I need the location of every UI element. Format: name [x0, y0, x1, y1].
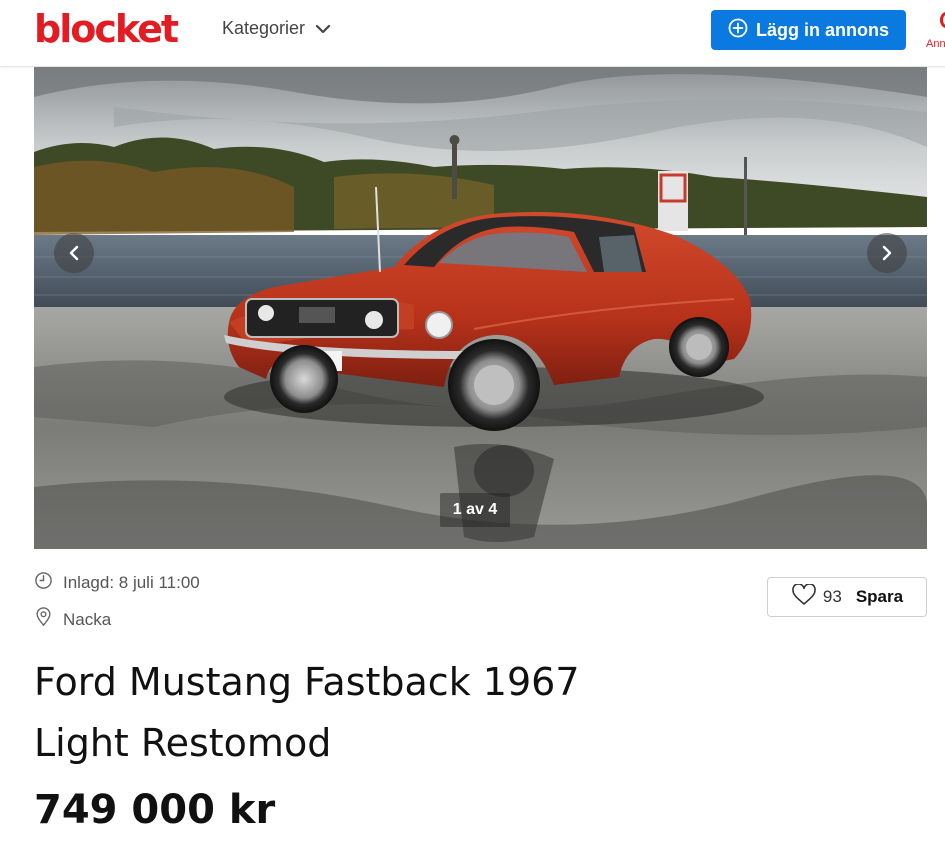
site-header: blocket Kategorier Lägg in annons Ann: [0, 0, 945, 67]
image-gallery[interactable]: 1 av 4: [34, 67, 927, 549]
my-ads-link[interactable]: Ann: [926, 12, 945, 56]
post-ad-button[interactable]: Lägg in annons: [711, 10, 906, 50]
blocket-logo[interactable]: blocket: [34, 4, 179, 54]
image-counter: 1 av 4: [440, 493, 510, 527]
categories-menu[interactable]: Kategorier: [222, 18, 331, 39]
posted-date: Inlagd: 8 juli 11:00: [63, 573, 200, 592]
post-ad-label: Lägg in annons: [756, 19, 889, 40]
clock-icon: [34, 571, 53, 595]
location-row: Nacka: [34, 607, 111, 632]
listing-title: Ford Mustang Fastback 1967 Light Restomo…: [34, 660, 580, 765]
categories-label: Kategorier: [222, 18, 306, 38]
listing-price: 749 000 kr: [34, 787, 276, 833]
chevron-right-icon: [881, 245, 893, 261]
save-button[interactable]: 93 Spara: [767, 577, 927, 617]
previous-image-button[interactable]: [54, 233, 94, 273]
chevron-left-icon: [68, 245, 80, 261]
plus-circle-icon: [728, 18, 748, 43]
chevron-down-icon: [315, 18, 331, 39]
heart-icon: [791, 582, 817, 611]
my-ads-label: Ann: [926, 38, 945, 50]
location-text[interactable]: Nacka: [63, 610, 111, 630]
next-image-button[interactable]: [867, 233, 907, 273]
account-icon: [940, 12, 945, 28]
listing-photo: [34, 67, 927, 549]
save-label: Spara: [855, 587, 904, 606]
location-pin-icon: [34, 607, 53, 632]
save-count: 93: [822, 587, 842, 606]
posted-row: Inlagd: 8 juli 11:00: [34, 571, 200, 595]
